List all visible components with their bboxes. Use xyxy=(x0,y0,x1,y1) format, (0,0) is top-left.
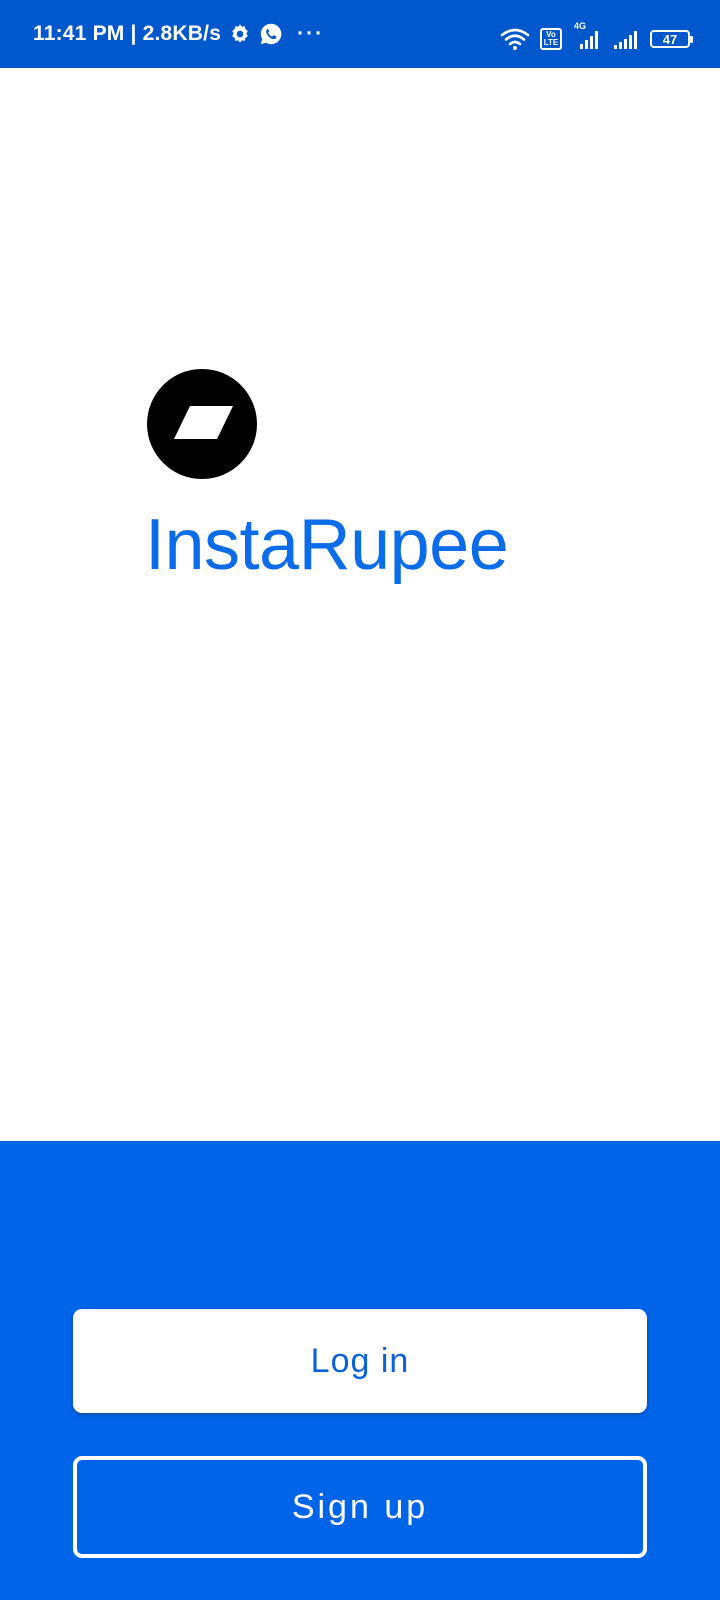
auth-action-panel: Log in Sign up xyxy=(0,1141,720,1600)
brand-logo-icon xyxy=(147,369,257,479)
battery-icon: 47 xyxy=(650,30,693,48)
status-time-speed: 11:41 PM | 2.8KB/s xyxy=(33,22,222,45)
whatsapp-icon xyxy=(259,22,283,46)
signal-icon-secondary xyxy=(612,27,640,51)
gear-icon xyxy=(229,23,251,45)
volte-bottom-label: LTE xyxy=(543,38,559,47)
volte-icon: Vo LTE xyxy=(540,28,562,50)
status-left: 11:41 PM | 2.8KB/s ··· xyxy=(33,19,324,49)
status-bar: 11:41 PM | 2.8KB/s ··· Vo LTE 4G 47 xyxy=(0,0,720,68)
status-right: Vo LTE 4G 47 xyxy=(500,21,693,52)
signup-button-label: Sign up xyxy=(291,1487,429,1526)
battery-level: 47 xyxy=(662,31,678,47)
more-notifications-icon: ··· xyxy=(297,22,325,45)
login-button[interactable]: Log in xyxy=(73,1309,647,1413)
signal-icon: 4G xyxy=(572,21,602,51)
wifi-icon xyxy=(500,27,530,51)
brand-name: InstaRupee xyxy=(145,505,509,585)
signup-button[interactable]: Sign up xyxy=(73,1456,647,1558)
login-button-label: Log in xyxy=(310,1341,410,1380)
app-screen: 11:41 PM | 2.8KB/s ··· Vo LTE 4G 47 Inst… xyxy=(0,0,720,1600)
